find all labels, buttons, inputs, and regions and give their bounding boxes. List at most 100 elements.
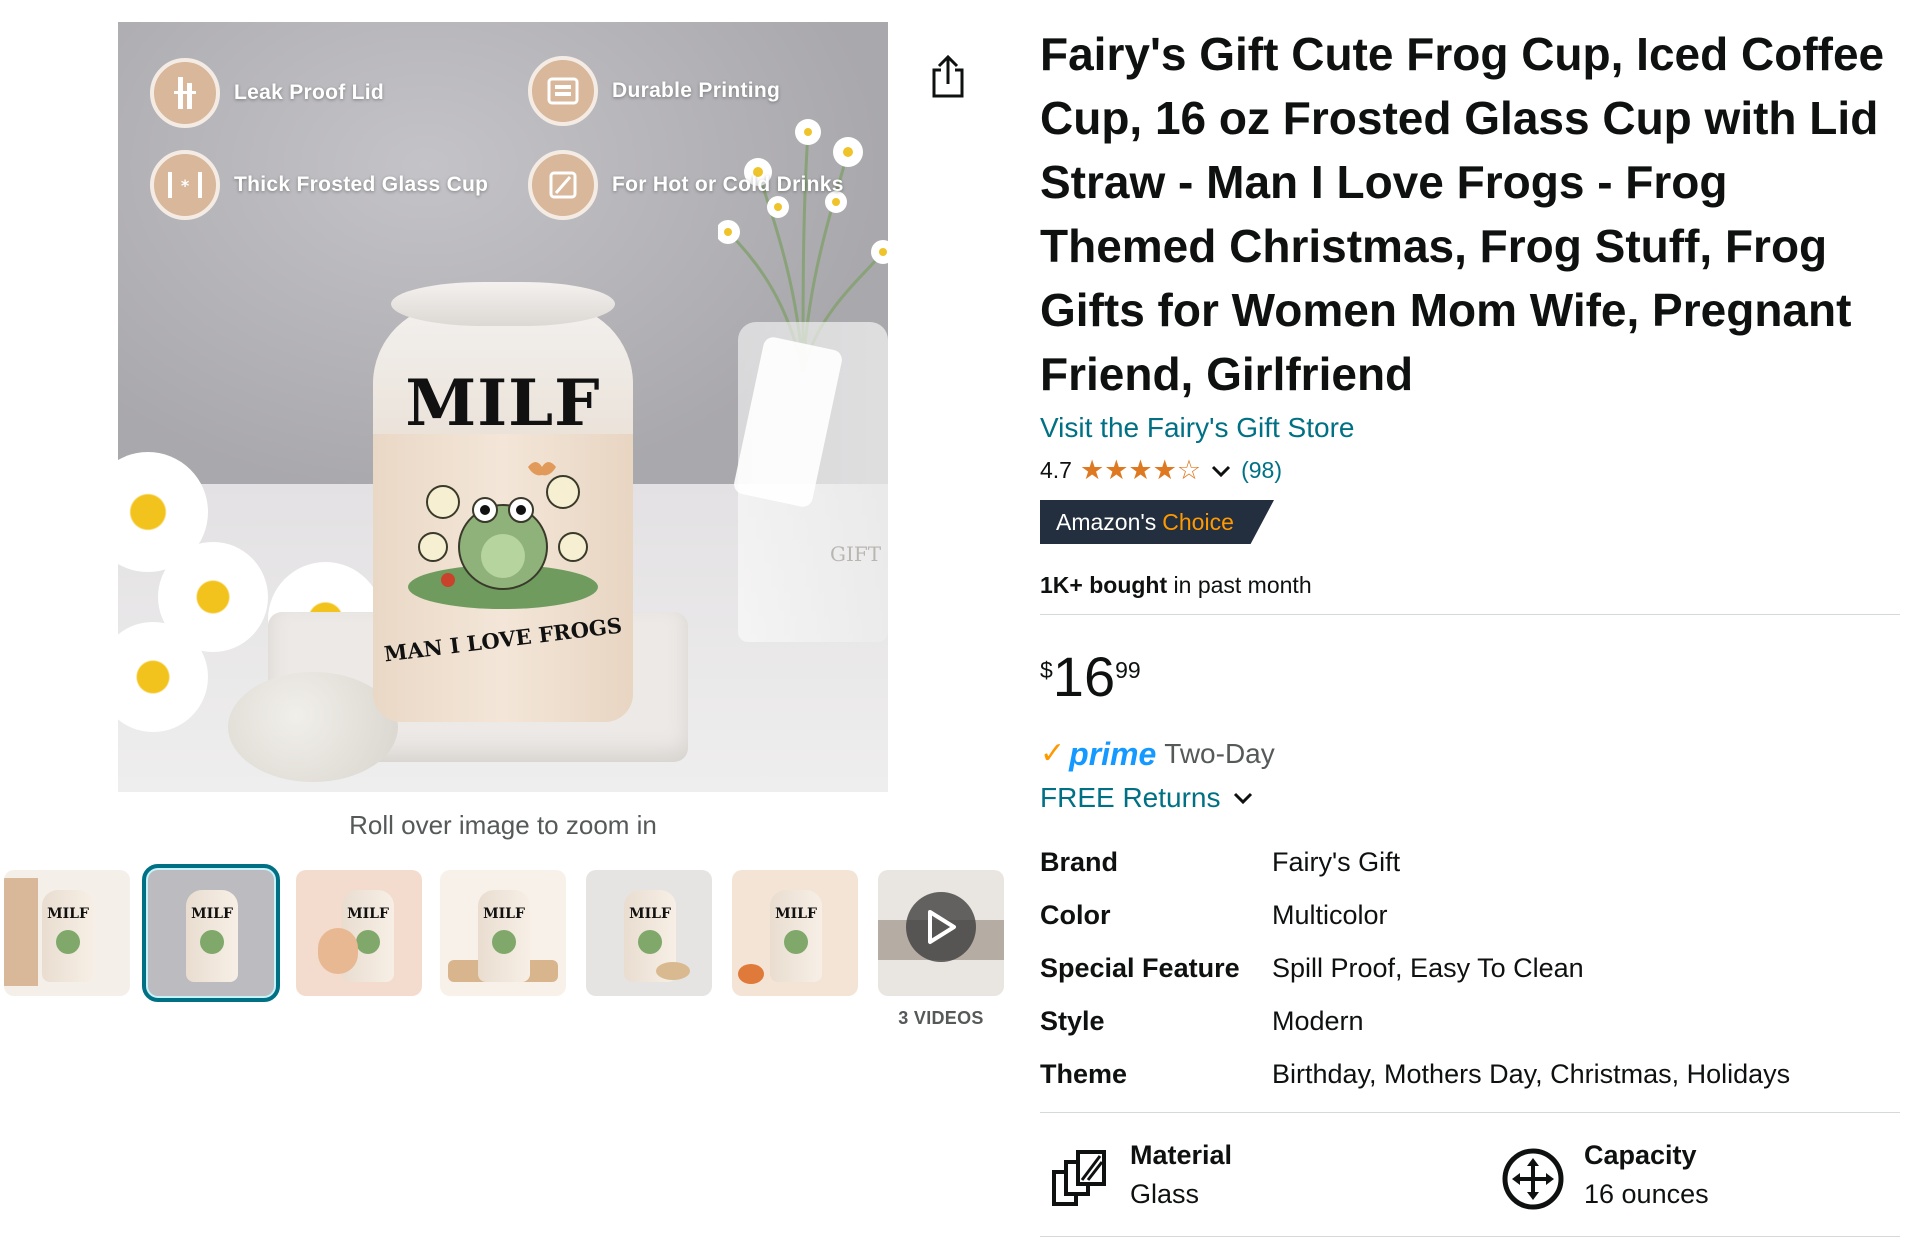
videos-count-label[interactable]: 3 VIDEOS bbox=[878, 1008, 1004, 1029]
product-specs-table: Brand Fairy's Gift Color Multicolor Spec… bbox=[1040, 836, 1900, 1101]
spec-value: Fairy's Gift bbox=[1272, 847, 1401, 877]
attribute-label: Capacity bbox=[1584, 1140, 1697, 1170]
feature-badge-label: Durable Printing bbox=[612, 79, 781, 102]
half-star-icon: ☆ bbox=[1176, 455, 1202, 485]
thumbnail-1[interactable]: MILF bbox=[4, 870, 130, 996]
store-link[interactable]: Visit the Fairy's Gift Store bbox=[1040, 412, 1354, 444]
thumbnail-frog bbox=[784, 930, 808, 954]
product-title: Fairy's Gift Cute Frog Cup, Iced Coffee … bbox=[1040, 28, 1885, 400]
chevron-down-icon[interactable] bbox=[1209, 459, 1233, 483]
star-icon: ★ bbox=[1152, 455, 1177, 485]
prime-check-icon: ✓ bbox=[1040, 737, 1066, 770]
price-fraction: 99 bbox=[1115, 657, 1141, 683]
rating-row: 4.7 ★ ★ ★ ★ ☆ (98) bbox=[1040, 457, 1282, 484]
divider bbox=[1040, 1112, 1900, 1113]
feature-badge-durable-printing: Durable Printing bbox=[528, 56, 780, 126]
main-product-image[interactable]: GIFT MILF MAN I LOVE FROGS Leak Proof Li… bbox=[118, 22, 888, 792]
bought-count: 1K+ bought bbox=[1040, 572, 1168, 598]
prime-badge[interactable]: ✓ prime Two-Day bbox=[1040, 738, 1275, 770]
thumbnail-gift-box bbox=[4, 878, 38, 986]
thumbnail-frog bbox=[356, 930, 380, 954]
price: $ 16 99 bbox=[1040, 645, 1141, 709]
thumbnail-cup: MILF bbox=[42, 890, 94, 982]
thickness-icon: * bbox=[150, 150, 220, 220]
prime-delivery-text: Two-Day bbox=[1164, 738, 1275, 769]
frog-illustration bbox=[408, 462, 598, 609]
straw-icon bbox=[150, 58, 220, 128]
attribute-label: Material bbox=[1130, 1140, 1233, 1170]
feature-badge-thick-glass: * Thick Frosted Glass Cup bbox=[150, 150, 488, 220]
thumbnail-6[interactable]: MILF bbox=[732, 870, 858, 996]
spec-key: Color bbox=[1040, 900, 1111, 930]
capacity-icon bbox=[1502, 1148, 1564, 1210]
thumbnail-cup: MILF bbox=[186, 890, 238, 982]
thumbnail-frog bbox=[56, 930, 80, 954]
spec-row-style: Style Modern bbox=[1040, 995, 1900, 1048]
spec-row-theme: Theme Birthday, Mothers Day, Christmas, … bbox=[1040, 1048, 1900, 1101]
prime-logo-text: prime bbox=[1069, 736, 1157, 772]
svg-text:*: * bbox=[181, 176, 190, 195]
attribute-value: Glass bbox=[1130, 1179, 1200, 1209]
thumbnail-3[interactable]: MILF bbox=[296, 870, 422, 996]
material-icon bbox=[1052, 1150, 1106, 1206]
cup-icon bbox=[528, 150, 598, 220]
spec-row-brand: Brand Fairy's Gift bbox=[1040, 836, 1900, 889]
thumbnail-4[interactable]: MILF bbox=[440, 870, 566, 996]
thumbnail-cup-text: MILF bbox=[191, 906, 233, 922]
printer-icon bbox=[528, 56, 598, 126]
thumbnail-cup-text: MILF bbox=[775, 906, 817, 922]
price-symbol: $ bbox=[1040, 657, 1053, 683]
spec-key: Brand bbox=[1040, 847, 1119, 877]
bought-suffix: in past month bbox=[1167, 572, 1312, 598]
star-rating[interactable]: ★ ★ ★ ★ ☆ bbox=[1080, 457, 1201, 484]
attribute-text: Capacity 16 ounces bbox=[1584, 1140, 1709, 1210]
rating-count-link[interactable]: (98) bbox=[1241, 457, 1282, 484]
thumbnail-cup-text: MILF bbox=[47, 906, 89, 922]
star-icon: ★ bbox=[1128, 455, 1153, 485]
cup-print-headline: MILF bbox=[405, 366, 601, 441]
thumbnail-hand bbox=[318, 928, 358, 974]
price-whole: 16 bbox=[1052, 645, 1116, 708]
thumbnail-frog bbox=[492, 930, 516, 954]
free-returns[interactable]: FREE Returns bbox=[1040, 782, 1255, 814]
feature-badge-leak-proof: Leak Proof Lid bbox=[150, 58, 384, 128]
amazons-choice-badge[interactable]: Amazon's Choice bbox=[1040, 500, 1274, 544]
share-icon[interactable] bbox=[928, 54, 968, 100]
spec-key: Theme bbox=[1040, 1059, 1128, 1089]
thumbnail-frog bbox=[638, 930, 662, 954]
free-returns-link[interactable]: FREE Returns bbox=[1040, 782, 1221, 814]
thumbnail-cup: MILF bbox=[770, 890, 822, 982]
divider bbox=[1040, 1236, 1900, 1237]
attribute-text: Material Glass bbox=[1130, 1140, 1232, 1210]
bought-in-past-month: 1K+ bought in past month bbox=[1040, 572, 1312, 599]
thumbnail-cup-text: MILF bbox=[347, 906, 389, 922]
feature-badge-hot-cold: For Hot or Cold Drinks bbox=[528, 150, 844, 220]
thumbnail-5[interactable]: MILF bbox=[586, 870, 712, 996]
feature-badge-label: For Hot or Cold Drinks bbox=[612, 173, 844, 196]
video-thumbnail[interactable] bbox=[878, 870, 1004, 996]
star-icon: ★ bbox=[1104, 455, 1129, 485]
chevron-down-icon[interactable] bbox=[1231, 786, 1255, 810]
frosted-glass-cup: MILF MAN I LOVE FROGS bbox=[373, 282, 633, 722]
star-icon: ★ bbox=[1079, 455, 1105, 485]
divider bbox=[1040, 614, 1900, 615]
thumbnail-frog bbox=[200, 930, 224, 954]
attribute-capacity: Capacity 16 ounces bbox=[1500, 1140, 1709, 1212]
choice-badge-text: Amazon's bbox=[1056, 508, 1157, 535]
play-icon[interactable] bbox=[906, 892, 976, 962]
thumbnail-fruit bbox=[738, 964, 764, 984]
spec-key: Special Feature bbox=[1040, 953, 1240, 983]
vase-gift-tag: GIFT bbox=[830, 542, 882, 566]
spec-value: Modern bbox=[1272, 1006, 1364, 1036]
thumbnail-cup: MILF bbox=[478, 890, 530, 982]
spec-value: Spill Proof, Easy To Clean bbox=[1272, 953, 1584, 983]
attribute-value: 16 ounces bbox=[1584, 1179, 1709, 1209]
thumbnail-2-selected[interactable]: MILF bbox=[142, 864, 280, 1002]
thumbnail-lid bbox=[656, 962, 690, 980]
cup-rim bbox=[391, 282, 615, 326]
thumbnail-cup-text: MILF bbox=[629, 906, 671, 922]
spec-key: Style bbox=[1040, 1006, 1105, 1036]
attribute-material: Material Glass bbox=[1046, 1140, 1232, 1212]
thumbnail-cup-text: MILF bbox=[483, 906, 525, 922]
feature-badge-label: Thick Frosted Glass Cup bbox=[234, 173, 489, 196]
